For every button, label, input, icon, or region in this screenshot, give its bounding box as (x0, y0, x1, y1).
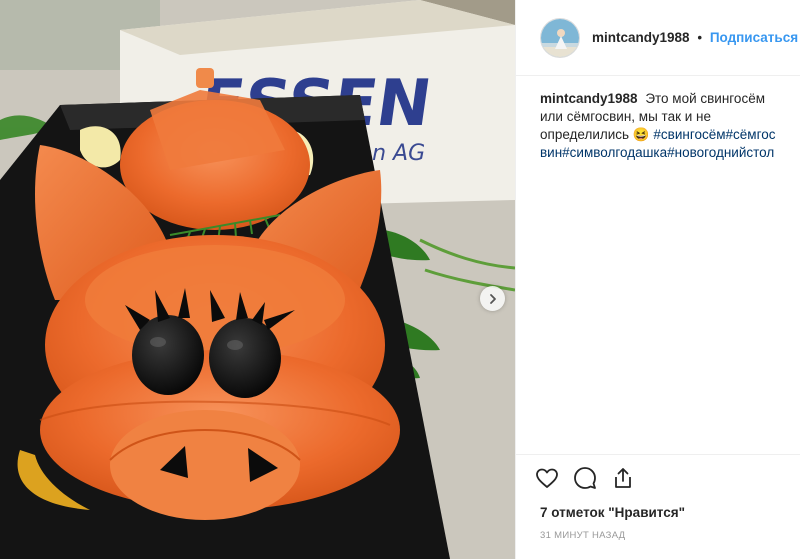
share-button[interactable] (610, 465, 636, 491)
heart-icon (536, 468, 558, 488)
post-header: mintcandy1988 • Подписаться (516, 0, 800, 76)
salmon-pig-image: ESSEN ton AG (0, 0, 515, 559)
avatar[interactable] (540, 17, 580, 58)
chevron-right-icon (489, 293, 496, 304)
post-timestamp: 31 МИНУТ НАЗАД (540, 530, 626, 541)
post-actions: 7 отметок "Нравится" 31 МИНУТ НАЗАД (516, 454, 800, 541)
carousel-next-button[interactable] (480, 286, 505, 311)
post-side-panel: mintcandy1988 • Подписаться mintcandy198… (515, 0, 800, 559)
username-link[interactable]: mintcandy1988 (592, 30, 690, 45)
caption-username-link[interactable]: mintcandy1988 (540, 91, 638, 106)
comment-button[interactable] (572, 465, 598, 491)
share-icon (615, 468, 631, 488)
post-photo[interactable]: ESSEN ton AG (0, 0, 515, 559)
follow-button[interactable]: Подписаться (710, 30, 798, 45)
like-button[interactable] (534, 465, 560, 491)
likes-count[interactable]: 7 отметок "Нравится" (534, 505, 785, 520)
separator-dot: • (697, 30, 703, 45)
comment-icon (574, 467, 596, 489)
post-caption: mintcandy1988 Это мой свингосём или сёмг… (516, 76, 800, 454)
